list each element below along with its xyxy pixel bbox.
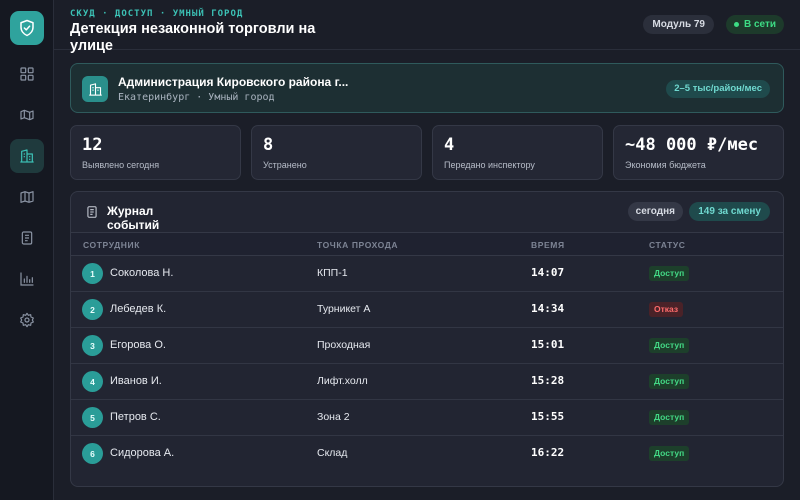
status-badge: В сети xyxy=(725,15,784,34)
event-time: 14:34 xyxy=(531,302,565,315)
stat-card-savings: ~48 000 ₽/мес Экономия бюджета xyxy=(613,125,784,180)
access-point: Турникет А xyxy=(317,303,371,315)
table-header: СОТРУДНИК ТОЧКА ПРОХОДА ВРЕМЯ СТАТУС xyxy=(71,232,783,256)
access-point: Склад xyxy=(317,447,348,459)
chart-icon xyxy=(19,272,34,286)
map-route-icon xyxy=(19,109,34,121)
table-row[interactable]: 2 Лебедев К. Турникет А 14:34 Отказ xyxy=(71,292,783,328)
stat-label: Выявлено сегодня xyxy=(82,160,160,170)
nav-map[interactable] xyxy=(10,180,44,214)
employee-name: Сидорова А. xyxy=(110,447,175,459)
employee-name: Лебедев К. xyxy=(110,303,167,315)
table-row[interactable]: 3 Егорова О. Проходная 15:01 Доступ xyxy=(71,328,783,364)
employee-name: Петров С. xyxy=(110,411,161,423)
access-point: Лифт.холл xyxy=(317,375,368,387)
sidebar-nav xyxy=(9,57,44,337)
stat-label: Устранено xyxy=(263,160,307,170)
log-title: Журнал событий xyxy=(107,204,160,232)
map-icon xyxy=(19,191,34,203)
sidebar xyxy=(0,0,54,500)
dashboard-icon xyxy=(19,67,34,81)
filter-today-chip[interactable]: сегодня xyxy=(627,202,683,221)
stat-value: 8 xyxy=(263,135,274,155)
gear-icon xyxy=(19,312,34,328)
nav-dashboard[interactable] xyxy=(10,57,44,91)
employee-name: Иванов И. xyxy=(110,375,162,387)
event-time: 15:55 xyxy=(531,410,565,423)
column-header-time[interactable]: ВРЕМЯ xyxy=(531,240,565,250)
status-badge: Доступ xyxy=(649,266,690,281)
stat-card-inspector: 4 Передано инспектору xyxy=(432,125,603,180)
employee-name: Соколова Н. xyxy=(110,267,174,279)
stat-card-detected: 12 Выявлено сегодня xyxy=(70,125,241,180)
building-icon xyxy=(19,149,34,163)
breadcrumb: СКУД · ДОСТУП · УМНЫЙ ГОРОД xyxy=(70,9,244,19)
nav-routes[interactable] xyxy=(10,98,44,132)
stat-label: Экономия бюджета xyxy=(625,160,706,170)
org-subtitle: Екатеринбург · Умный город xyxy=(118,92,275,103)
stat-value: 12 xyxy=(82,135,103,155)
stat-value: ~48 000 ₽/мес xyxy=(625,135,759,155)
stat-label: Передано инспектору xyxy=(444,160,535,170)
avatar: 1 xyxy=(82,263,103,284)
table-row[interactable]: 6 Сидорова А. Склад 16:22 Доступ xyxy=(71,436,783,472)
status-badge: Отказ xyxy=(649,302,684,317)
nav-analytics[interactable] xyxy=(10,262,44,296)
status-label: В сети xyxy=(743,19,776,30)
avatar: 6 xyxy=(82,443,103,464)
access-point: КПП-1 xyxy=(317,267,348,279)
pricing-badge: 2–5 тыс/район/мес xyxy=(666,80,770,98)
online-dot-icon xyxy=(733,22,739,27)
event-time: 16:22 xyxy=(531,446,565,459)
access-point: Проходная xyxy=(317,339,371,351)
org-name: Администрация Кировского района г... xyxy=(118,75,349,89)
nav-settings[interactable] xyxy=(10,303,44,337)
building-icon xyxy=(88,82,102,96)
event-log-panel: Журнал событий сегодня 149 за смену СОТР… xyxy=(70,191,784,487)
column-header-point[interactable]: ТОЧКА ПРОХОДА xyxy=(317,240,398,250)
access-point: Зона 2 xyxy=(317,411,350,423)
table-row[interactable]: 5 Петров С. Зона 2 15:55 Доступ xyxy=(71,400,783,436)
table-row[interactable]: 4 Иванов И. Лифт.холл 15:28 Доступ xyxy=(71,364,783,400)
stat-value: 4 xyxy=(444,135,455,155)
stat-card-resolved: 8 Устранено xyxy=(251,125,422,180)
status-badge: Доступ xyxy=(649,446,690,461)
module-badge: Модуль 79 xyxy=(643,15,714,34)
document-icon xyxy=(87,206,97,218)
table-row[interactable]: 1 Соколова Н. КПП-1 14:07 Доступ xyxy=(71,256,783,292)
employee-name: Егорова О. xyxy=(110,339,166,351)
nav-buildings[interactable] xyxy=(9,139,44,173)
page-title: Детекция незаконной торговли на улице xyxy=(70,21,316,54)
status-badge: Доступ xyxy=(649,410,690,425)
organization-card[interactable]: Администрация Кировского района г... Ека… xyxy=(70,63,784,113)
avatar: 2 xyxy=(82,299,103,320)
nav-documents[interactable] xyxy=(10,221,44,255)
document-icon xyxy=(21,231,32,245)
status-badge: Доступ xyxy=(649,338,690,353)
header: СКУД · ДОСТУП · УМНЫЙ ГОРОД Детекция нез… xyxy=(54,0,800,54)
shield-check-icon xyxy=(19,19,34,37)
event-time: 15:28 xyxy=(531,374,565,387)
column-header-employee[interactable]: СОТРУДНИК xyxy=(83,240,140,250)
avatar: 4 xyxy=(82,371,103,392)
status-badge: Доступ xyxy=(649,374,690,389)
shift-count-badge: 149 за смену xyxy=(689,202,770,221)
column-header-status[interactable]: СТАТУС xyxy=(649,240,686,250)
event-time: 15:01 xyxy=(531,338,565,351)
avatar: 5 xyxy=(82,407,103,428)
avatar: 3 xyxy=(82,335,103,356)
org-icon-box xyxy=(82,76,108,102)
event-time: 14:07 xyxy=(531,266,565,279)
app-logo[interactable] xyxy=(9,11,44,45)
